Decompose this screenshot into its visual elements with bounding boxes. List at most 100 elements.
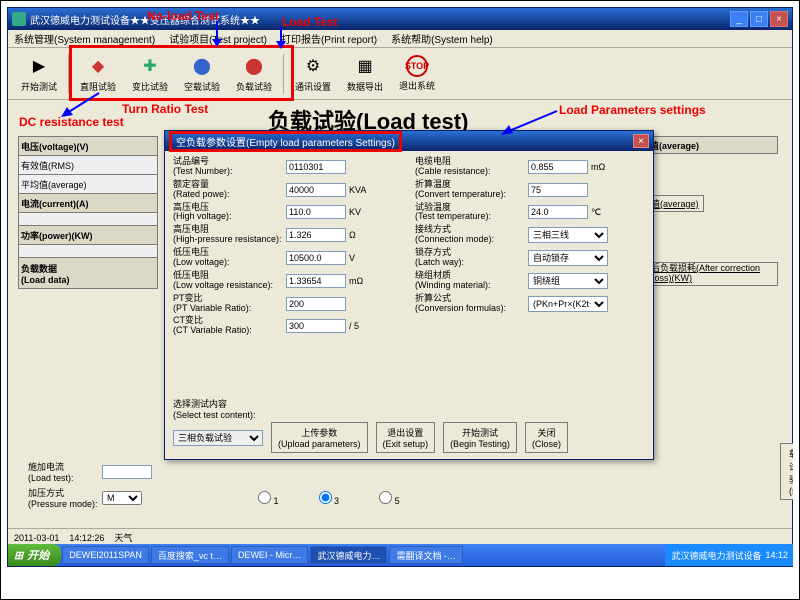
field-input[interactable] — [286, 297, 346, 311]
dialog-footer: 选择测试内容 (Select test content): 三相负载试验 上传参… — [173, 397, 645, 453]
field-input[interactable] — [286, 183, 346, 197]
current-header: 电流(current)(A) — [18, 193, 158, 213]
field-select[interactable]: 自动锁存 — [528, 250, 608, 266]
task-item-1[interactable]: 百度搜索_vc t… — [151, 546, 229, 564]
tool-label: 空载试验 — [184, 80, 220, 93]
field-label: CT变比 (CT Variable Ratio): — [173, 316, 283, 336]
field-input[interactable] — [528, 183, 588, 197]
field-5: 低压电阻 (Low voltage resistance):mΩ — [173, 271, 403, 291]
rfield-0: 电缆电阻 (Cable resistance):mΩ — [415, 157, 645, 177]
windows-icon: ⊞ — [14, 549, 23, 562]
menu-test[interactable]: 试验项目(Test project) — [169, 31, 267, 46]
field-2: 高压电压 (High voltage): KV — [173, 203, 403, 223]
field-input[interactable] — [286, 160, 346, 174]
start-test-button[interactable]: ▶ 开始测试 — [14, 51, 64, 97]
field-unit: KV — [349, 207, 373, 217]
field-input[interactable] — [286, 205, 346, 219]
menu-print[interactable]: 打印报告(Print report) — [281, 31, 377, 46]
field-1: 额定容量 (Rated powe): KVA — [173, 180, 403, 200]
titlebar: 武汉德威电力测试设备★★变压器综合测试系统★★ _ □ × — [8, 8, 792, 30]
field-input[interactable] — [286, 251, 346, 265]
field-label: 接线方式 (Connection mode): — [415, 225, 525, 245]
field-select[interactable]: 铜绕组 — [528, 273, 608, 289]
voltage-header: 电压(voltage)(V) — [18, 136, 158, 156]
maximize-button[interactable]: □ — [750, 11, 768, 27]
close-button[interactable]: × — [770, 11, 788, 27]
rselect-2: 绕组材质 (Winding material):铜绕组 — [415, 271, 645, 291]
select-test-label: 选择测试内容 (Select test content): — [173, 397, 645, 420]
tray-clock: 14:12 — [765, 550, 788, 560]
rselect-3: 折算公式 (Conversion formulas):(PKn+Pr×(K2t+ — [415, 294, 645, 314]
left-panel: 电压(voltage)(V) 有效值(RMS) 平均值(average) 电流(… — [18, 136, 158, 288]
exit-setup-button[interactable]: 退出设置 (Exit setup) — [376, 422, 436, 453]
field-input[interactable] — [528, 205, 588, 219]
begin-testing-button[interactable]: 开始测试 (Begin Testing) — [443, 422, 517, 453]
grid-icon: ▦ — [353, 54, 377, 78]
menu-system[interactable]: 系统管理(System management) — [14, 31, 155, 46]
rms-row: 有效值(RMS) — [18, 155, 158, 175]
rselect-0: 接线方式 (Connection mode):三相三线 — [415, 225, 645, 245]
system-tray: 武汉德威电力测试设备 14:12 — [665, 544, 793, 566]
task-item-4[interactable]: 需翻译文档 -… — [389, 546, 463, 564]
stop-icon: STOP — [406, 55, 428, 77]
dc-resistance-button[interactable]: ◆ 直阻试验 — [73, 51, 123, 97]
pressure-mode-select[interactable]: M — [102, 491, 142, 505]
pressure-mode-label: 加压方式 (Pressure mode): — [28, 486, 98, 509]
field-label: 绕组材质 (Winding material): — [415, 271, 525, 291]
field-7: CT变比 (CT Variable Ratio):/ 5 — [173, 316, 403, 336]
radio-1[interactable]: 1 — [258, 491, 279, 506]
select-test-content[interactable]: 三相负载试验 — [173, 430, 263, 446]
field-input[interactable] — [286, 319, 346, 333]
avg-row: 平均值(average) — [18, 174, 158, 194]
rfield-1: 折算温度 (Convert temperature): — [415, 180, 645, 200]
field-unit: ℃ — [591, 207, 615, 218]
taskbar: ⊞ 开始 DEWEI2011SPAN 百度搜索_vc t… DEWEI - Mi… — [8, 544, 793, 566]
field-label: 电缆电阻 (Cable resistance): — [415, 157, 525, 177]
radio-1-label: 1 — [274, 496, 279, 506]
field-input[interactable] — [286, 274, 346, 288]
load-test-input[interactable] — [102, 465, 152, 479]
right-bottom-button[interactable]: 载试验 (s) — [780, 443, 793, 500]
task-item-2[interactable]: DEWEI - Micr… — [231, 546, 309, 564]
upload-params-button[interactable]: 上传参数 (Upload parameters) — [271, 422, 368, 453]
comm-settings-button[interactable]: ⚙ 通讯设置 — [288, 51, 338, 97]
field-select[interactable]: (PKn+Pr×(K2t+ — [528, 296, 608, 312]
rfield-2: 试验温度 (Test temperature):℃ — [415, 203, 645, 223]
close-dialog-button[interactable]: 关闭 (Close) — [525, 422, 568, 453]
field-label: 折算公式 (Conversion formulas): — [415, 294, 525, 314]
radio-3[interactable]: 3 — [319, 491, 340, 506]
dialog-titlebar: 空负载参数设置(Empty load parameters Settings) … — [165, 131, 653, 151]
task-item-0[interactable]: DEWEI2011SPAN — [62, 546, 149, 564]
dialog-close-button[interactable]: × — [633, 134, 649, 148]
noload-test-button[interactable]: ⬤ 空载试验 — [177, 51, 227, 97]
minimize-button[interactable]: _ — [730, 11, 748, 27]
field-label: 折算温度 (Convert temperature): — [415, 180, 525, 200]
circle-icon: ⬤ — [190, 54, 214, 78]
task-item-3[interactable]: 武汉德威电力… — [310, 546, 387, 564]
field-4: 低压电压 (Low voltage):V — [173, 248, 403, 268]
field-label: 额定容量 (Rated powe): — [173, 180, 283, 200]
radio-5[interactable]: 5 — [379, 491, 400, 506]
status-day: 天气 — [114, 531, 132, 544]
field-input[interactable] — [528, 160, 588, 174]
turn-ratio-button[interactable]: ✚ 变比试验 — [125, 51, 175, 97]
menu-help[interactable]: 系统帮助(System help) — [391, 31, 493, 46]
field-unit: KVA — [349, 185, 373, 195]
export-button[interactable]: ▦ 数据导出 — [340, 51, 390, 97]
load-test-button[interactable]: ⬤ 负载试验 — [229, 51, 279, 97]
app-icon — [12, 12, 26, 26]
blank-row — [18, 244, 158, 258]
field-input[interactable] — [286, 228, 346, 242]
status-time: 14:12:26 — [69, 533, 104, 543]
field-select[interactable]: 三相三线 — [528, 227, 608, 243]
divider — [283, 54, 284, 94]
field-unit: mΩ — [349, 276, 373, 286]
field-unit: V — [349, 253, 373, 263]
start-button[interactable]: ⊞ 开始 — [8, 544, 61, 566]
load-test-label: 施加电流 (Load test): — [28, 460, 98, 483]
field-3: 高压电阻 (High-pressure resistance):Ω — [173, 225, 403, 245]
field-label: PT变比 (PT Variable Ratio): — [173, 294, 283, 314]
exit-button[interactable]: STOP 退出系统 — [392, 51, 442, 97]
main-window: 武汉德威电力测试设备★★变压器综合测试系统★★ _ □ × 系统管理(Syste… — [7, 7, 793, 567]
field-label: 高压电压 (High voltage): — [173, 203, 283, 223]
